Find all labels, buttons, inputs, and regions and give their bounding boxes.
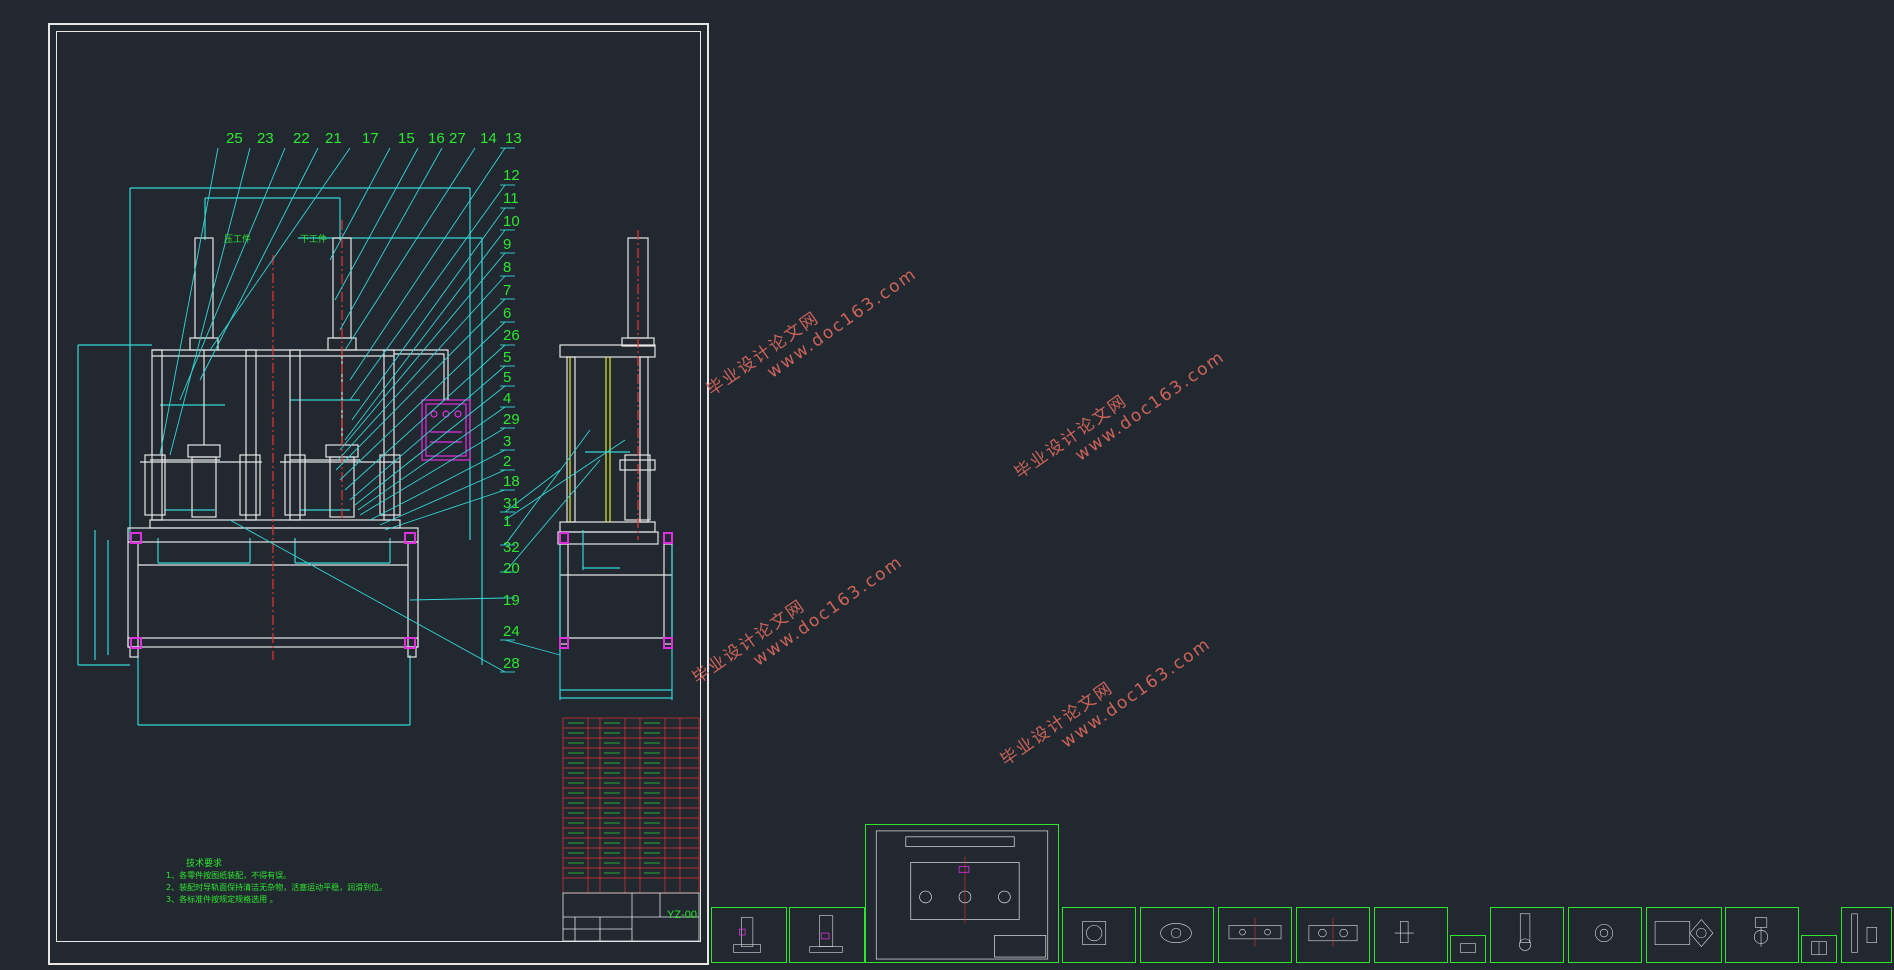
callout-top-27: 27 — [449, 130, 466, 147]
sheet-thumbnail-14[interactable] — [1801, 935, 1837, 963]
callout-right-10: 10 — [503, 213, 520, 230]
callout-right-24: 24 — [503, 623, 520, 640]
callout-right-26: 26 — [503, 327, 520, 344]
side-view — [557, 237, 673, 645]
sheet-thumbnail-3[interactable] — [865, 824, 1059, 963]
callout-top-13: 13 — [505, 130, 522, 147]
station-label-left: 压工件 — [224, 233, 251, 244]
callout-right-5: 5 — [503, 369, 511, 386]
callout-top-16: 16 — [428, 130, 445, 147]
callout-top-14: 14 — [480, 130, 497, 147]
callout-numbers-top: 25 23 22 21 17 15 16 27 14 13 — [226, 130, 522, 147]
sheet-thumbnail-10[interactable] — [1490, 907, 1564, 963]
technical-notes: 技术要求 1、各零件按图纸装配，不得有误。 2、装配时导轨面保持清洁无杂物，活塞… — [166, 858, 387, 906]
callout-top-23: 23 — [257, 130, 274, 147]
cad-canvas[interactable]: 25 23 22 21 17 15 16 27 14 13 12 11 10 9 8 7 6 26 5 5 4 29 3 2… — [0, 0, 1894, 970]
technical-note-2: 2、装配时导轨面保持清洁无杂物，活塞运动平稳，润滑到位。 — [166, 883, 388, 892]
callout-right-5: 5 — [503, 349, 511, 366]
sheet-thumbnail-2[interactable] — [789, 907, 865, 963]
callout-right-3: 3 — [503, 433, 511, 450]
technical-notes-title: 技术要求 — [186, 859, 223, 869]
callout-right-4: 4 — [503, 390, 511, 407]
callout-right-2: 2 — [503, 453, 511, 470]
bom-table-grid — [562, 717, 700, 894]
side-dimensions — [559, 451, 673, 700]
callout-right-11: 11 — [503, 190, 519, 207]
callout-right-12: 12 — [503, 167, 520, 184]
center-lines — [272, 220, 639, 660]
sheet-thumbnail-4[interactable] — [1062, 907, 1136, 963]
callout-right-20: 20 — [503, 560, 520, 577]
sheet-thumbnail-5[interactable] — [1140, 907, 1214, 963]
side-view-rods — [569, 357, 611, 522]
control-box — [421, 399, 471, 461]
technical-note-1: 1、各零件按图纸装配，不得有误。 — [166, 871, 292, 880]
callout-numbers-right: 1211109876265542932183113220192428 — [503, 167, 520, 672]
sheet-thumbnail-8[interactable] — [1374, 907, 1448, 963]
callout-right-9: 9 — [503, 236, 511, 253]
callout-right-28: 28 — [503, 655, 520, 672]
station-label-right: 下工件 — [300, 233, 327, 244]
callout-top-21: 21 — [325, 130, 342, 147]
callout-right-31: 31 — [503, 495, 520, 512]
technical-note-3: 3、各标准件按规定规格选用 。 — [166, 895, 278, 904]
callout-right-8: 8 — [503, 259, 511, 276]
callout-right-6: 6 — [503, 305, 511, 322]
callout-right-18: 18 — [503, 473, 520, 490]
dimension-lines — [77, 187, 483, 726]
drawing-code: YZ-00 — [667, 909, 697, 921]
sheet-thumbnail-7[interactable] — [1296, 907, 1370, 963]
sheet-thumbnail-11[interactable] — [1568, 907, 1642, 963]
sheet-thumbnail-1[interactable] — [711, 907, 787, 963]
callout-top-17: 17 — [362, 130, 379, 147]
callout-right-29: 29 — [503, 411, 520, 428]
sheet-thumbnail-9[interactable] — [1450, 935, 1486, 963]
air-line — [394, 349, 449, 400]
callout-right-7: 7 — [503, 282, 511, 299]
corner-markers — [130, 532, 673, 649]
sheet-thumbnail-15[interactable] — [1841, 907, 1892, 963]
leader-lines — [159, 147, 626, 673]
callout-right-1: 1 — [503, 513, 511, 530]
callout-top-22: 22 — [293, 130, 310, 147]
callout-right-32: 32 — [503, 539, 520, 556]
callout-top-25: 25 — [226, 130, 243, 147]
sheet-thumbnail-6[interactable] — [1218, 907, 1292, 963]
sheet-thumbnail-13[interactable] — [1725, 907, 1799, 963]
sheet-thumbnail-12[interactable] — [1646, 907, 1722, 963]
callout-right-19: 19 — [503, 592, 520, 609]
callout-top-15: 15 — [398, 130, 415, 147]
